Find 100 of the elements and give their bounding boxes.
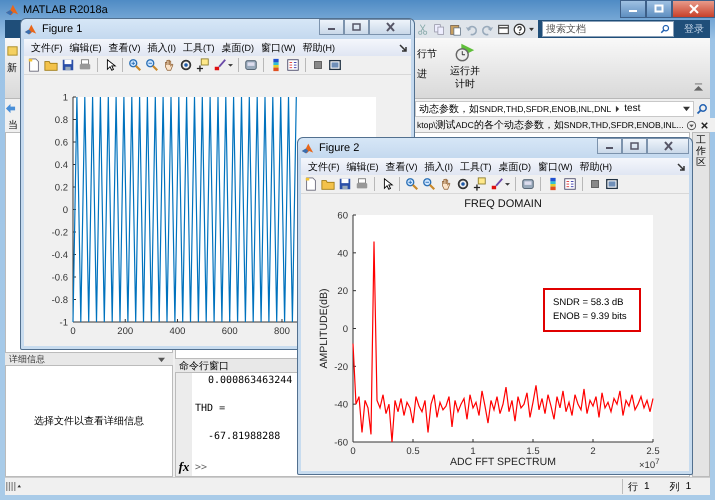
- menu-item[interactable]: 窗口(W): [259, 40, 298, 54]
- save-icon[interactable]: [338, 177, 352, 191]
- hand-icon[interactable]: [439, 177, 453, 191]
- menu-item[interactable]: 桌面(D): [496, 160, 533, 174]
- legend-icon[interactable]: [286, 58, 300, 72]
- square-icon[interactable]: [588, 177, 602, 191]
- tick-label: 0: [350, 446, 356, 457]
- tick-label: -0.2: [52, 228, 68, 238]
- tick-label: 0.4: [54, 160, 68, 171]
- tick-label: 20: [337, 286, 348, 298]
- close-button[interactable]: [369, 19, 411, 35]
- collapse-icon[interactable]: [694, 83, 703, 92]
- save-icon[interactable]: [61, 58, 75, 72]
- back-arrow-icon[interactable]: [5, 103, 16, 114]
- window-icon[interactable]: [605, 177, 619, 191]
- column-number: 1: [686, 481, 692, 492]
- zoom-in-icon[interactable]: [405, 177, 419, 191]
- close-icon[interactable]: [698, 120, 710, 130]
- menu-item[interactable]: 编辑(E): [68, 40, 104, 54]
- printer-icon[interactable]: [355, 177, 369, 191]
- tick-label: 1: [470, 446, 476, 457]
- menu-item[interactable]: 帮助(H): [300, 40, 337, 54]
- menu-item[interactable]: 插入(I): [146, 40, 178, 54]
- square-icon[interactable]: [311, 58, 325, 72]
- brush-icon[interactable]: [213, 58, 227, 72]
- zoom-in-icon[interactable]: [128, 58, 142, 72]
- hand-icon[interactable]: [162, 58, 176, 72]
- menu-item[interactable]: 窗口(W): [536, 160, 574, 174]
- side-tab[interactable]: 工作区: [692, 132, 710, 477]
- zoom-out-icon[interactable]: [145, 58, 159, 72]
- printer-icon[interactable]: [78, 58, 92, 72]
- path-segment[interactable]: 动态参数，如SNDR,THD,SFDR,ENOB,INL,DNL: [419, 102, 612, 116]
- zoom-out-icon[interactable]: [422, 177, 436, 191]
- search-icon[interactable]: [696, 102, 708, 114]
- command-prompt[interactable]: >>: [195, 462, 292, 474]
- rotate-icon[interactable]: [456, 177, 470, 191]
- dock-arrow-icon[interactable]: [677, 162, 685, 170]
- tick-label: 0: [62, 205, 68, 216]
- menu-item[interactable]: 桌面(D): [220, 40, 256, 54]
- help-icon[interactable]: [513, 22, 526, 36]
- brush-icon[interactable]: [490, 177, 504, 191]
- fx-button[interactable]: fx: [178, 459, 190, 475]
- tick-label: 1.5: [526, 446, 540, 457]
- menu-item[interactable]: 文件(F): [306, 160, 342, 174]
- close-button[interactable]: [647, 138, 689, 154]
- login-button[interactable]: 登录: [678, 22, 710, 36]
- new-script-icon[interactable]: [6, 44, 18, 57]
- caret-icon[interactable]: [158, 356, 165, 362]
- tick-label: -0.8: [52, 295, 68, 306]
- menu-item[interactable]: 查看(V): [106, 40, 142, 54]
- new-file-icon[interactable]: [27, 58, 41, 72]
- folder-icon[interactable]: [321, 177, 335, 191]
- menu-item[interactable]: 帮助(H): [578, 160, 614, 174]
- tick-label: -20: [334, 362, 348, 373]
- window-title: Figure 2: [319, 142, 360, 154]
- tick-label: -40: [334, 400, 348, 411]
- minimize-button[interactable]: [597, 138, 622, 154]
- x-axis-label: ADC FFT SPECTRUM: [450, 456, 556, 468]
- tick-label: 0.6: [54, 138, 68, 148]
- plot-tools-icon[interactable]: [521, 177, 535, 191]
- minimize-button[interactable]: [319, 19, 344, 35]
- maximize-button[interactable]: [344, 19, 369, 35]
- window-icon[interactable]: [328, 58, 342, 72]
- circle-caret-icon[interactable]: [686, 120, 697, 130]
- tick-label: 0.5: [406, 446, 420, 457]
- menu-item[interactable]: 编辑(E): [344, 160, 380, 174]
- tick-label: 1: [62, 92, 68, 104]
- data-cursor-icon[interactable]: [473, 177, 487, 191]
- chevron-icon: [615, 104, 620, 112]
- dropdown-icon[interactable]: [683, 105, 690, 112]
- run-and-time-button[interactable]: 运行并计时: [439, 38, 491, 98]
- clipboard-icon[interactable]: [449, 22, 462, 36]
- maximize-button[interactable]: [622, 138, 647, 154]
- legend-icon[interactable]: [563, 177, 577, 191]
- panel-title: 命令行窗口: [179, 360, 229, 372]
- data-cursor-icon[interactable]: [196, 58, 210, 72]
- path-field[interactable]: 动态参数，如SNDR,THD,SFDR,ENOB,INL,DNL test: [415, 100, 694, 116]
- minimize-button[interactable]: [620, 0, 646, 18]
- panel-title: 当: [7, 118, 18, 132]
- menu-item[interactable]: 查看(V): [384, 160, 420, 174]
- matlab-logo-icon: [301, 142, 314, 154]
- folder-icon[interactable]: [44, 58, 58, 72]
- column-label: 列: [670, 480, 680, 494]
- output-value: 0.000863463244: [207, 375, 292, 387]
- close-button[interactable]: [672, 0, 715, 18]
- new-file-icon[interactable]: [304, 177, 318, 191]
- menu-item[interactable]: 插入(I): [422, 160, 455, 174]
- tick-label: 60: [337, 210, 348, 222]
- windows-icon[interactable]: [497, 22, 510, 36]
- tick-label: -1: [60, 318, 68, 328]
- plot-tools-icon[interactable]: [244, 58, 258, 72]
- dock-arrow-icon[interactable]: [399, 44, 407, 52]
- menu-item[interactable]: 工具(T): [181, 40, 216, 54]
- bars-icon[interactable]: [5, 481, 21, 492]
- file-path: ktop\测试ADC的各个动态参数，如SNDR,THD,SFDR,ENOB,INL...: [417, 118, 684, 132]
- menu-item[interactable]: 工具(T): [458, 160, 494, 174]
- maximize-button[interactable]: [646, 0, 672, 18]
- path-segment[interactable]: test: [624, 103, 640, 114]
- rotate-icon[interactable]: [179, 58, 193, 72]
- menu-item[interactable]: 文件(F): [29, 40, 64, 54]
